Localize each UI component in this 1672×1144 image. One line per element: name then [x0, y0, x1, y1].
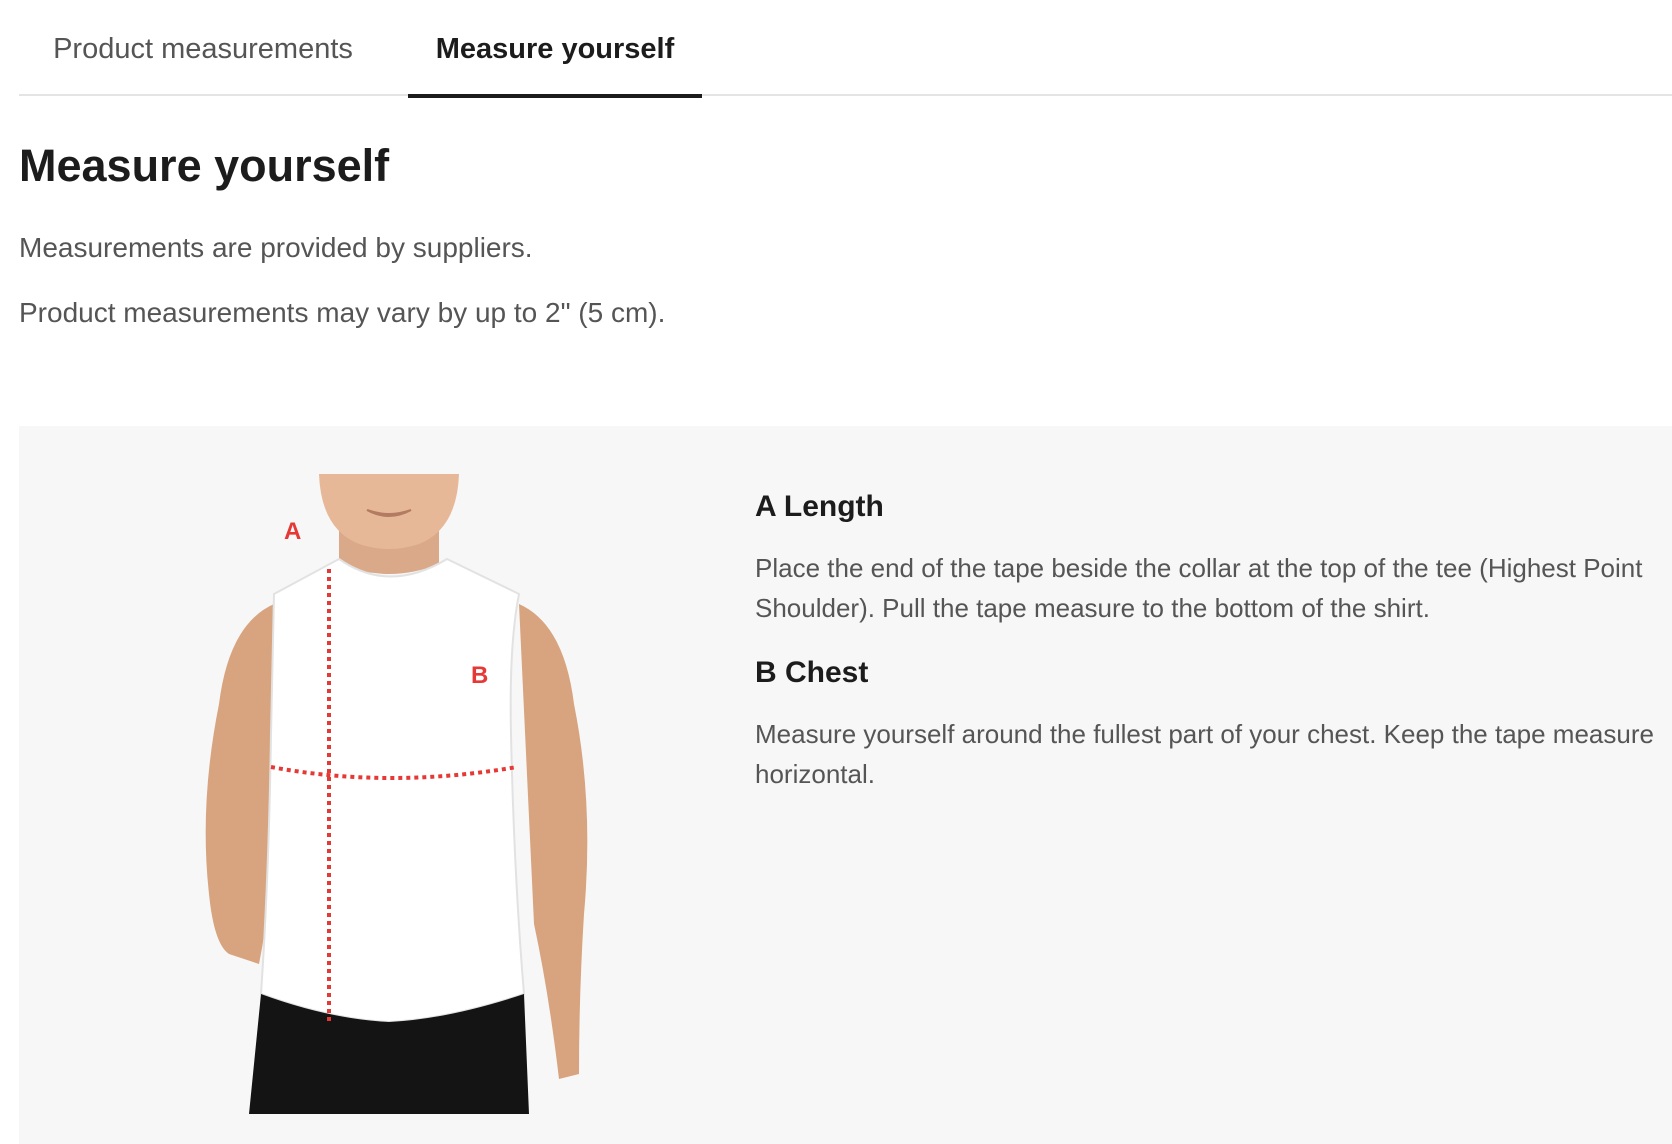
page-title: Measure yourself: [19, 140, 390, 191]
tab-product-measurements[interactable]: Product measurements: [19, 0, 387, 96]
measure-guide-panel: A B A Length Place the end of the tape b…: [19, 426, 1672, 1144]
measurement-instructions: A Length Place the end of the tape besid…: [755, 490, 1655, 822]
variance-note: Product measurements may vary by up to 2…: [19, 297, 666, 328]
length-instructions: Place the end of the tape beside the col…: [755, 553, 1643, 623]
tab-measure-yourself[interactable]: Measure yourself: [408, 0, 702, 98]
model-figure-image: [205, 474, 588, 1114]
length-heading: A Length: [755, 490, 884, 523]
marker-a-label: A: [284, 518, 302, 545]
chest-instructions: Measure yourself around the fullest part…: [755, 719, 1654, 789]
marker-b-label: B: [471, 662, 489, 689]
tab-bar: Product measurements Measure yourself: [19, 0, 1672, 98]
chest-heading: B Chest: [755, 656, 869, 689]
supplier-note: Measurements are provided by suppliers.: [19, 232, 533, 263]
